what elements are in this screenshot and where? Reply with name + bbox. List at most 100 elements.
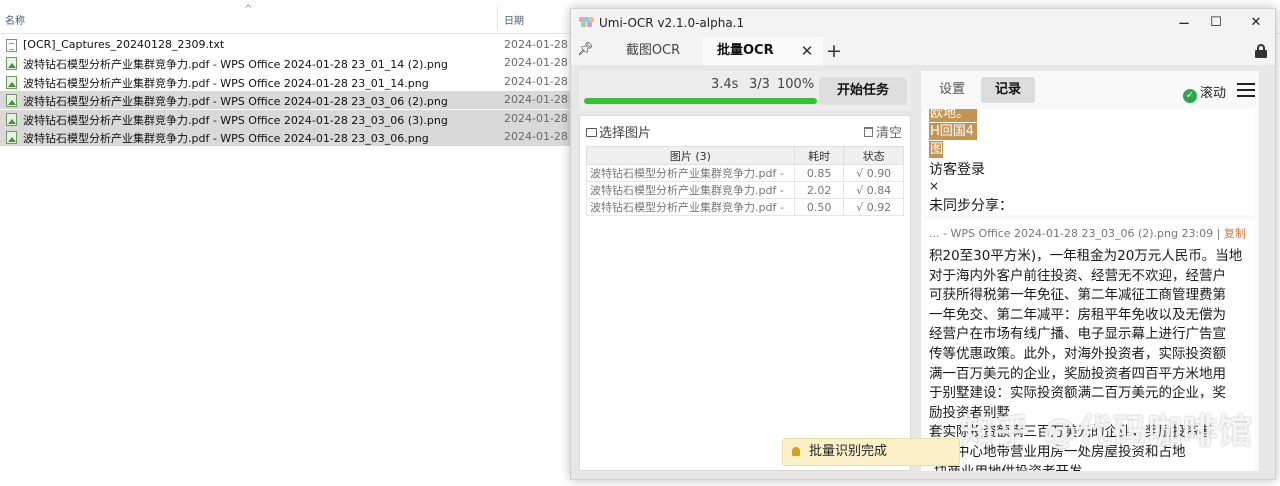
result-text-line: × xyxy=(929,179,940,193)
start-task-button[interactable]: 开始任务 xyxy=(819,77,907,105)
file-date: 2024-01-28 xyxy=(504,56,568,70)
folder-icon xyxy=(586,128,597,137)
file-name: [OCR]_Captures_20240128_2309.txt xyxy=(23,38,225,51)
clear-button[interactable]: 清空 xyxy=(863,122,902,141)
tab-records[interactable]: 记录 xyxy=(981,77,1035,103)
result-text-line: -块商业用地供投资者开发。 xyxy=(929,463,1251,471)
result-text-line: 访客登录 xyxy=(929,162,985,178)
file-row[interactable]: 波特钻石模型分析产业集群竞争力.pdf - WPS Office 2024-01… xyxy=(0,73,572,91)
file-name: 波特钻石模型分析产业集群竞争力.pdf - WPS Office 2024-01… xyxy=(23,58,448,72)
file-name: 波特钻石模型分析产业集群竞争力.pdf - WPS Office 2024-01… xyxy=(23,113,448,127)
result-text-line: 经营户在市场有线广播、电子显示幕上进行广告宣 xyxy=(929,326,1226,343)
time-cell: 0.50 xyxy=(793,198,845,216)
image-table: 图片 (3) 耗时 状态 波特钻石模型分析产业集群竞争力.pdf -0.85 √ … xyxy=(586,146,904,216)
file-name: 波特钻石模型分析产业集群竞争力.pdf - WPS Office 2024-01… xyxy=(23,95,448,109)
image-file-icon xyxy=(6,131,17,144)
image-list: 选择图片 清空 图片 (3) 耗时 状态 波特钻石模型分析产业集群竞争力.pdf… xyxy=(579,115,911,471)
file-row[interactable]: 波特钻石模型分析产业集群竞争力.pdf - WPS Office 2024-01… xyxy=(0,128,572,146)
lock-icon[interactable] xyxy=(1254,44,1268,58)
progress-percent: 100% xyxy=(777,77,815,92)
elapsed-time: 3.4s xyxy=(711,77,739,92)
file-date: 2024-01-28 xyxy=(504,130,568,143)
result-text-line: 一年免交、第二年减平：房租平年免收以及无偿为 xyxy=(929,306,1226,323)
tab-screenshot-ocr[interactable]: 截图OCR xyxy=(603,37,703,65)
sort-up-icon: ^ xyxy=(244,4,253,15)
file-name: 波特钻石模型分析产业集群竞争力.pdf - WPS Office 2024-01… xyxy=(23,76,429,90)
table-row[interactable]: 波特钻石模型分析产业集群竞争力.pdf -2.02 √ 0.84 xyxy=(586,181,904,199)
image-file-icon xyxy=(6,112,17,126)
file-row[interactable]: 波特钻石模型分析产业集群竞争力.pdf - WPS Office 2024-01… xyxy=(0,109,572,128)
file-row[interactable]: 波特钻石模型分析产业集群竞争力.pdf - WPS Office 2024-01… xyxy=(0,91,572,110)
image-name-cell: 波特钻石模型分析产业集群竞争力.pdf - xyxy=(586,164,795,182)
image-name-cell: 波特钻石模型分析产业集群竞争力.pdf - xyxy=(586,198,795,216)
file-row[interactable]: [OCR]_Captures_20240128_2309.txt 2024-01-… xyxy=(0,36,572,54)
table-row[interactable]: 波特钻石模型分析产业集群竞争力.pdf -0.50 √ 0.92 xyxy=(586,198,904,216)
highlight-text: H回国4 xyxy=(929,123,977,140)
result-text-line: 未同步分享： xyxy=(929,198,1013,214)
highlight-text: 图 xyxy=(929,141,943,158)
file-name: 波特钻石模型分析产业集群竞争力.pdf - WPS Office 2024-01… xyxy=(23,132,429,145)
batch-panel: 3.4s 3/3 100% 开始任务 选择图片 清空 图片 (3) 耗时 状态 xyxy=(579,71,911,471)
result-text-line: 积20至30平方米)，一年租金为20万元人民币。当地 xyxy=(929,248,1243,264)
tab-bar: 📌︎ 截图OCR 批量OCR ✕ + xyxy=(571,37,1275,65)
result-text-line: 对于海内外客户前往投资、经营无不欢迎，经营户 xyxy=(929,267,1226,284)
file-date: 2024-01-28 xyxy=(504,111,568,125)
select-images-button[interactable]: 选择图片 xyxy=(586,122,651,141)
result-text-line: 满一百万美元的企业，奖励投资者四百平方米地用 xyxy=(929,365,1226,382)
column-name-header[interactable]: 名称 xyxy=(5,12,25,27)
file-date: 2024-01-28 xyxy=(504,38,568,51)
minimize-button[interactable]: − xyxy=(1169,13,1199,33)
pin-icon[interactable]: 📌︎ xyxy=(577,42,594,58)
progress-bar xyxy=(584,98,817,104)
file-date: 2024-01-28 xyxy=(504,93,568,107)
file-date: 2024-01-28 xyxy=(504,74,568,88)
highlight-text: 欧地。 xyxy=(929,109,977,122)
header-image[interactable]: 图片 (3) xyxy=(586,146,795,165)
tab-settings[interactable]: 设置 xyxy=(925,77,979,103)
result-entry-previous[interactable]: 欧地。 H回国4 图 访客登录 × 未同步分享： xyxy=(923,109,1255,215)
result-source: ... - WPS Office 2024-01-28 23_03_06 (2)… xyxy=(929,227,1224,240)
image-file-icon xyxy=(6,57,17,71)
text-file-icon xyxy=(6,39,17,52)
file-row[interactable]: 波特钻石模型分析产业集群竞争力.pdf - WPS Office 2024-01… xyxy=(0,54,572,72)
time-cell: 2.02 xyxy=(793,181,845,199)
status-cell: √ 0.84 xyxy=(843,181,904,199)
add-tab-icon[interactable]: + xyxy=(824,37,844,65)
menu-icon[interactable] xyxy=(1237,83,1255,97)
status-cell: √ 0.90 xyxy=(843,164,904,182)
table-row[interactable]: 波特钻石模型分析产业集群竞争力.pdf -0.85 √ 0.90 xyxy=(586,164,904,182)
header-time[interactable]: 耗时 xyxy=(793,146,845,165)
auto-scroll-toggle[interactable]: ✓ 滚动 xyxy=(1183,82,1226,103)
column-divider[interactable] xyxy=(497,6,498,30)
app-logo-icon xyxy=(579,17,594,28)
trash-icon xyxy=(863,127,873,137)
progress-area: 3.4s 3/3 100% 开始任务 xyxy=(579,71,911,111)
close-button[interactable]: ✕ xyxy=(1241,13,1271,33)
completion-toast: 批量识别完成 xyxy=(782,438,960,466)
header-status[interactable]: 状态 xyxy=(843,146,904,165)
result-text-line: 传等优惠政策。此外，对海外投资者，实际投资额 xyxy=(929,345,1226,362)
result-header: ... - WPS Office 2024-01-28 23_03_06 (2)… xyxy=(929,225,1246,241)
tab-close-icon[interactable]: ✕ xyxy=(797,37,817,65)
bell-icon xyxy=(792,447,800,456)
progress-fill xyxy=(584,98,817,104)
check-icon: ✓ xyxy=(1183,89,1197,103)
task-count: 3/3 xyxy=(749,77,770,92)
status-cell: √ 0.92 xyxy=(843,198,904,216)
title-bar[interactable]: Umi-OCR v2.1.0-alpha.1 − ☐ ✕ xyxy=(571,9,1275,37)
watermark: 知乎 @代码咖啡馆 xyxy=(960,412,1253,452)
time-cell: 0.85 xyxy=(793,164,845,182)
result-text-line: 于别墅建设：实际投资额满二百万美元的企业，奖 xyxy=(929,385,1226,402)
column-date-header[interactable]: 日期 xyxy=(504,12,524,27)
copy-link[interactable]: 复制 xyxy=(1224,227,1246,240)
toast-text: 批量识别完成 xyxy=(809,444,888,459)
image-file-icon xyxy=(6,94,17,108)
result-text-line: 可获所得税第一年免征、第二年减征工商管理费第 xyxy=(929,287,1226,304)
image-name-cell: 波特钻石模型分析产业集群竞争力.pdf - xyxy=(586,181,795,199)
select-images-label: 选择图片 xyxy=(599,126,652,141)
auto-scroll-label: 滚动 xyxy=(1200,86,1227,101)
clear-label: 清空 xyxy=(875,126,902,141)
maximize-button[interactable]: ☐ xyxy=(1201,13,1231,33)
image-file-icon xyxy=(6,75,17,89)
window-title: Umi-OCR v2.1.0-alpha.1 xyxy=(599,16,745,30)
